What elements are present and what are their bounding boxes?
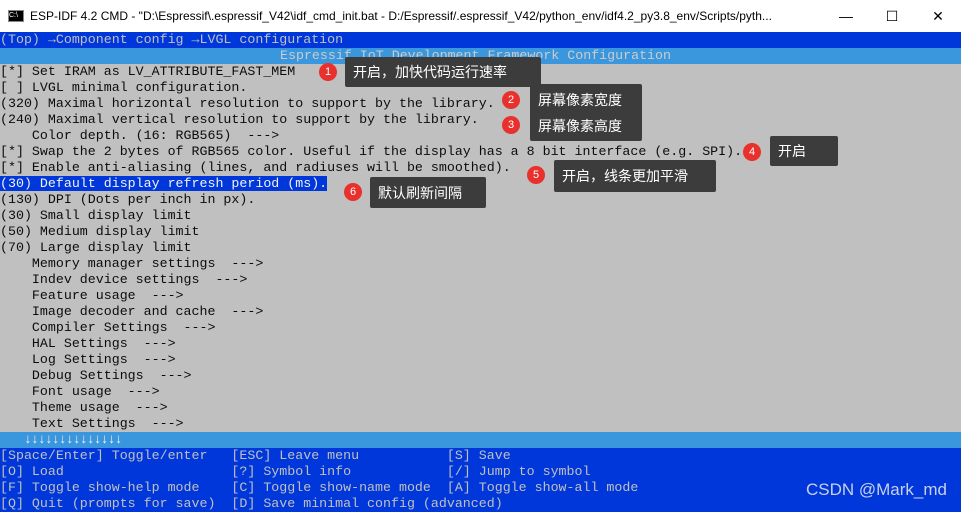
menu-item-label: (240) Maximal vertical resolution to sup… <box>0 112 479 127</box>
breadcrumb: (Top) →Component config →LVGL configurat… <box>0 32 961 48</box>
menu-item[interactable]: Compiler Settings ---> <box>0 320 961 336</box>
menu-item[interactable]: (30) Small display limit <box>0 208 961 224</box>
terminal[interactable]: (Top) →Component config →LVGL configurat… <box>0 32 961 512</box>
menu-item-label: Feature usage ---> <box>0 288 184 303</box>
menu-item[interactable]: (50) Medium display limit <box>0 224 961 240</box>
menu-item-label: (50) Medium display limit <box>0 224 200 239</box>
menu-item[interactable]: Font usage ---> <box>0 384 961 400</box>
menu-item-label: Text Settings ---> <box>0 416 184 431</box>
menu-item-label: Memory manager settings ---> <box>0 256 264 271</box>
menu-item-label: Log Settings ---> <box>0 352 176 367</box>
title-bar: C:\ ESP-IDF 4.2 CMD - "D:\Espressif\.esp… <box>0 0 961 32</box>
menu-item[interactable]: HAL Settings ---> <box>0 336 961 352</box>
cmd-icon: C:\ <box>8 10 24 22</box>
menu-item-label: Theme usage ---> <box>0 400 168 415</box>
menu-item-label: HAL Settings ---> <box>0 336 176 351</box>
menu-item-label: (70) Large display limit <box>0 240 192 255</box>
menu-item[interactable]: Text Settings ---> <box>0 416 961 432</box>
menu-item-label: Debug Settings ---> <box>0 368 192 383</box>
menu-item[interactable]: Indev device settings ---> <box>0 272 961 288</box>
close-button[interactable]: ✕ <box>915 0 961 32</box>
menu-item[interactable]: Memory manager settings ---> <box>0 256 961 272</box>
window-title: ESP-IDF 4.2 CMD - "D:\Espressif\.espress… <box>30 9 772 23</box>
menu-item[interactable]: Theme usage ---> <box>0 400 961 416</box>
annotation-box: 开启，线条更加平滑 <box>554 160 716 192</box>
annotation-box: 开启 <box>770 136 838 166</box>
menu-item[interactable]: Log Settings ---> <box>0 352 961 368</box>
menu-item-label: (30) Small display limit <box>0 208 192 223</box>
menu-item[interactable]: Feature usage ---> <box>0 288 961 304</box>
menu-item[interactable]: (70) Large display limit <box>0 240 961 256</box>
menu-item-label: [*] Enable anti-aliasing (lines, and rad… <box>0 160 511 175</box>
menu-item-label: (320) Maximal horizontal resolution to s… <box>0 96 495 111</box>
menu-item[interactable]: Debug Settings ---> <box>0 368 961 384</box>
annotation-number-badge: 6 <box>344 183 362 201</box>
help-line: [Space/Enter] Toggle/enter [ESC] Leave m… <box>0 448 511 463</box>
annotation-box: 开启，加快代码运行速率 <box>345 57 541 87</box>
annotation-number-badge: 5 <box>527 166 545 184</box>
menu-item-label: [*] Swap the 2 bytes of RGB565 color. Us… <box>0 144 743 159</box>
help-line: [O] Load [?] Symbol info [/] Jump to sym… <box>0 464 591 479</box>
annotation-number-badge: 2 <box>502 91 520 109</box>
menu-item[interactable]: (240) Maximal vertical resolution to sup… <box>0 112 961 128</box>
watermark: CSDN @Mark_md <box>806 480 947 499</box>
menu-item-label: (130) DPI (Dots per inch in px). <box>0 192 256 207</box>
menu-item-label: Color depth. (16: RGB565) ---> <box>0 128 280 143</box>
menu-item-label: Compiler Settings ---> <box>0 320 216 335</box>
menu-item[interactable]: (320) Maximal horizontal resolution to s… <box>0 96 961 112</box>
menu-item-label: Indev device settings ---> <box>0 272 248 287</box>
annotation-number-badge: 3 <box>502 116 520 134</box>
scroll-down-indicator: ↓↓↓↓↓↓↓↓↓↓↓↓↓↓ <box>0 432 961 448</box>
menu-item-label: Font usage ---> <box>0 384 160 399</box>
menu-item-label: (30) Default display refresh period (ms)… <box>0 176 328 191</box>
maximize-button[interactable]: ☐ <box>869 0 915 32</box>
menu-item-label: [ ] LVGL minimal configuration. <box>0 80 248 95</box>
annotation-number-badge: 4 <box>743 143 761 161</box>
annotation-number-badge: 1 <box>319 63 337 81</box>
menu-item-label: Image decoder and cache ---> <box>0 304 264 319</box>
menu-item[interactable]: Image decoder and cache ---> <box>0 304 961 320</box>
menu-item-label: [*] Set IRAM as LV_ATTRIBUTE_FAST_MEM <box>0 64 296 79</box>
annotation-box: 默认刷新间隔 <box>370 177 486 208</box>
annotation-box: 屏幕像素高度 <box>530 110 642 141</box>
minimize-button[interactable]: — <box>823 0 869 32</box>
